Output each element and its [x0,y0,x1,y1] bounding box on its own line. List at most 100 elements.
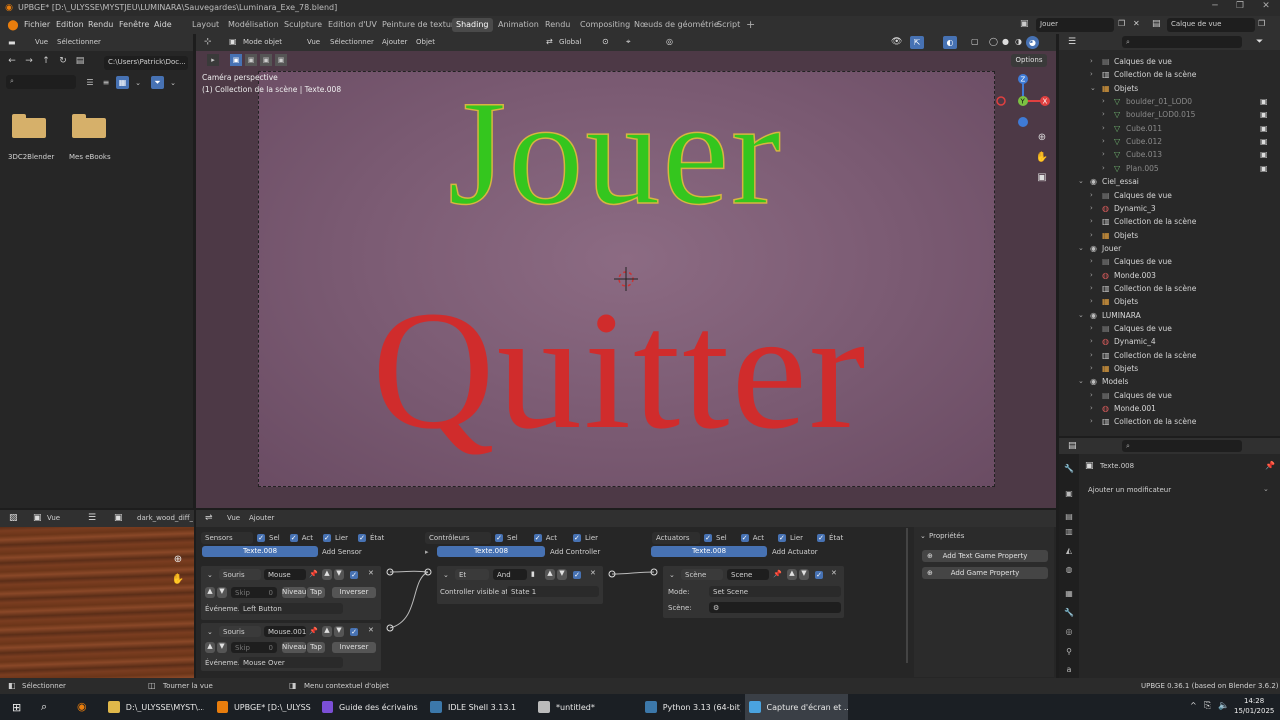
disclosure-icon[interactable]: › [1102,124,1105,132]
new-folder-icon[interactable]: ▤ [74,56,86,66]
fb-menu-select[interactable]: Sélectionner [57,38,101,46]
outliner-row[interactable]: ⌄ ◉ Models [1062,376,1272,389]
controller-name[interactable]: And [493,569,527,580]
outliner-row[interactable]: ⌄ ◉ Ciel_essai [1062,176,1272,189]
controllers-sel-checkbox[interactable]: ✓ [495,534,503,542]
fb-path-field[interactable]: C:\Users\Patrick\Doc... [104,56,188,70]
overlay-toggle-icon[interactable]: ◐ [943,36,957,49]
outliner-row[interactable]: › ▥ Collection de la scène [1062,69,1272,82]
workspace-tab-0[interactable]: Layout [188,18,223,32]
actuators-sel-checkbox[interactable]: ✓ [704,534,712,542]
outliner-row[interactable]: › ▽ Cube.011 ▣ [1062,123,1272,136]
bookmark-icon[interactable]: ▮ [531,570,535,578]
outliner-row[interactable]: › ▥ Collection de la scène [1062,350,1272,363]
thumbnail-view-icon[interactable]: ▦ [116,76,129,89]
render-icon[interactable]: ▣ [1063,487,1075,499]
workspace-tab-1[interactable]: Modélisation [224,18,283,32]
menu-fenetre[interactable]: Fenêtre [119,20,149,29]
disclosure-icon[interactable]: › [1090,57,1093,65]
disclosure-icon[interactable]: › [1090,391,1093,399]
disclosure-icon[interactable]: › [1090,297,1093,305]
outliner-row[interactable]: › ▽ Cube.012 ▣ [1062,136,1272,149]
level-button[interactable]: Niveau [282,587,306,598]
collapse-icon[interactable]: ⌄ [207,628,213,636]
image-browse-icon[interactable]: ▣ [114,513,123,523]
viewlayer-selector[interactable]: Calque de vue [1167,18,1255,32]
disclosure-icon[interactable]: › [1090,351,1093,359]
outliner-row[interactable]: › ▽ boulder_01_LOD0 ▣ [1062,96,1272,109]
pin-icon[interactable]: 📌 [773,570,782,578]
workspace-tab-9[interactable]: Nœuds de géométrie [630,18,723,32]
workspace-tab-2[interactable]: Sculpture [280,18,326,32]
disclosure-icon[interactable]: › [1090,191,1093,199]
tap-button[interactable]: Tap [307,587,325,598]
sensors-link-checkbox[interactable]: ✓ [322,534,331,542]
search-icon[interactable]: ⌕ [41,700,47,714]
text-object-jouer[interactable]: Jouer [447,77,783,229]
disclosure-icon[interactable]: › [1090,231,1093,239]
controllers-object-label[interactable]: Texte.008 [437,546,545,557]
state-dropdown[interactable]: State 1 [507,586,599,597]
rendered-shading-icon[interactable]: ◕ [1026,36,1039,49]
delete-scene-icon[interactable]: ✕ [1133,19,1140,28]
disclosure-icon[interactable]: ⌄ [1078,311,1084,319]
logic-editor-icon[interactable]: ⇌ [205,513,213,523]
object-icon[interactable]: ▦ [1063,587,1075,599]
collapse-icon[interactable]: ⌄ [443,571,449,579]
vp-menu-vue[interactable]: Vue [307,38,320,46]
outliner-row[interactable]: › ▤ Calques de vue [1062,323,1272,336]
camera-visibility-icon[interactable]: ▣ [1260,97,1268,106]
taskbar-item[interactable]: D:\_ULYSSE\MYST\... [104,694,204,720]
outliner-row[interactable]: › ▦ Objets [1062,296,1272,309]
camera-visibility-icon[interactable]: ▣ [1260,110,1268,119]
controllers-filter[interactable]: Contrôleurs [425,532,491,544]
sensor-active-checkbox[interactable]: ✓ [350,628,358,636]
navigation-gizmo[interactable]: Z X Y [996,72,1052,128]
outliner-editor-icon[interactable]: ☰ [1068,37,1076,47]
add-controller-dropdown[interactable]: Add Controller [550,548,616,556]
remove-icon[interactable]: ✕ [590,569,596,577]
collapse-icon[interactable]: ⌄ [920,532,926,540]
outliner-row[interactable]: › ▽ Cube.013 ▣ [1062,149,1272,162]
level-button[interactable]: Niveau [282,642,306,653]
workspace-tab-10[interactable]: Script [713,18,744,32]
taskbar-item[interactable]: *untitled* [534,694,629,720]
controllers-link-checkbox[interactable]: ✓ [572,534,581,542]
ie-menu-vue[interactable]: Vue [47,514,60,522]
disclosure-icon[interactable]: › [1090,404,1093,412]
actuators-link-checkbox[interactable]: ✓ [777,534,786,542]
filter-icon[interactable]: ⏷ [1256,37,1263,47]
add-workspace-button[interactable]: + [746,18,755,31]
list-view-icon[interactable]: ☰ [84,77,96,89]
menu-fichier[interactable]: Fichier [24,20,50,29]
camera-visibility-icon[interactable]: ▣ [1260,150,1268,159]
gizmo-toggle-icon[interactable]: ⇱ [910,36,924,49]
workspace-tab-4[interactable]: Peinture de texture [378,18,463,32]
outliner-row[interactable]: ⌄ ◉ Jouer [1062,243,1272,256]
viewport-editor-icon[interactable]: ⊹ [204,37,212,47]
pin-icon[interactable]: 📌 [309,570,318,578]
outliner-row[interactable]: › ▥ Collection de la scène [1062,416,1272,429]
outliner-row[interactable]: › ◍ Dynamic_3 [1062,203,1272,216]
wood-texture-image[interactable] [0,527,194,678]
wireframe-shading-icon[interactable]: ◯ [989,37,998,46]
disclosure-icon[interactable]: › [1102,110,1105,118]
minimize-button[interactable]: ─ [1205,1,1225,15]
folder-icon[interactable] [12,114,46,138]
camera-visibility-icon[interactable]: ▣ [1260,164,1268,173]
disclosure-icon[interactable]: ⌄ [1090,84,1096,92]
move-down-button[interactable]: ▼ [799,569,809,580]
image-editor-icon[interactable]: ▨ [9,513,18,523]
select-invert-icon[interactable]: ▣ [275,54,287,66]
camera-visibility-icon[interactable]: ▣ [1260,137,1268,146]
scene-selector[interactable]: Jouer [1036,18,1114,32]
volume-icon[interactable]: 🔈 [1218,701,1229,711]
folder-label[interactable]: 3DC2Blender [8,153,54,161]
outliner-row[interactable]: ⌄ ◉ LUMINARA [1062,310,1272,323]
forward-icon[interactable]: → [23,56,35,66]
event-dropdown[interactable]: Mouse Over [239,657,343,668]
remove-icon[interactable]: ✕ [368,569,374,577]
outliner-row[interactable]: › ◍ Monde.003 [1062,270,1272,283]
chevron-down-icon[interactable]: ⌄ [168,79,178,87]
outliner-row[interactable]: › ▤ Calques de vue [1062,256,1272,269]
